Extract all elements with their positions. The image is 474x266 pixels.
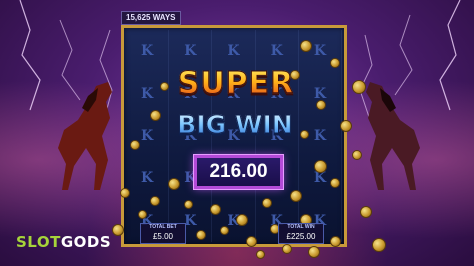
- gold-coin: [184, 200, 193, 209]
- gold-coin: [314, 160, 327, 173]
- reel-symbol: K: [126, 30, 170, 73]
- gold-coin: [290, 190, 302, 202]
- total-bet-value: £5.00: [152, 232, 174, 241]
- gold-coin: [352, 150, 362, 160]
- gold-coin: [168, 178, 180, 190]
- gold-coin: [160, 82, 169, 91]
- super-banner-text: SUPER: [177, 66, 295, 102]
- gold-coin: [282, 244, 292, 254]
- gold-coin: [150, 196, 160, 206]
- gold-coin: [308, 246, 320, 258]
- total-bet-label: TOTAL BET: [149, 224, 177, 230]
- gold-coin: [316, 100, 326, 110]
- gold-coin: [330, 236, 341, 247]
- big-win-banner-text: BIG WIN: [168, 110, 302, 140]
- gold-coin: [236, 214, 248, 226]
- gold-coin: [138, 210, 147, 219]
- gold-coin: [330, 178, 340, 188]
- win-amount-box: 216.00: [194, 155, 283, 189]
- gold-coin: [372, 238, 386, 252]
- total-bet-panel: TOTAL BET £5.00: [140, 223, 186, 244]
- reel-symbol: K: [126, 114, 170, 158]
- slotgods-logo: SLOTGODS: [16, 233, 111, 255]
- total-win-value: £225.00: [286, 232, 316, 241]
- gold-coin: [120, 188, 130, 198]
- gold-coin: [360, 206, 372, 218]
- gold-coin: [196, 230, 206, 240]
- gold-coin: [340, 120, 352, 132]
- gold-coin: [210, 204, 221, 215]
- logo-part-slot: SLOT: [16, 233, 61, 251]
- gold-coin: [246, 236, 257, 247]
- total-win-panel: TOTAL WIN £225.00: [278, 223, 324, 244]
- reel-symbol: K: [126, 72, 170, 115]
- gold-coin: [300, 40, 312, 52]
- gold-coin: [330, 58, 340, 68]
- total-win-label: TOTAL WIN: [287, 224, 315, 230]
- gold-coin: [112, 224, 124, 236]
- ways-counter: 15,625 WAYS: [121, 11, 181, 25]
- logo-part-gods: GODS: [60, 233, 112, 251]
- gold-coin: [130, 140, 140, 150]
- gold-coin: [256, 250, 265, 259]
- gold-coin: [352, 80, 366, 94]
- reel-symbol: K: [126, 157, 170, 200]
- gold-coin: [150, 110, 161, 121]
- win-amount: 216.00: [209, 161, 268, 182]
- gold-coin: [262, 198, 272, 208]
- rearing-horse-right: [366, 82, 420, 190]
- gold-coin: [220, 226, 229, 235]
